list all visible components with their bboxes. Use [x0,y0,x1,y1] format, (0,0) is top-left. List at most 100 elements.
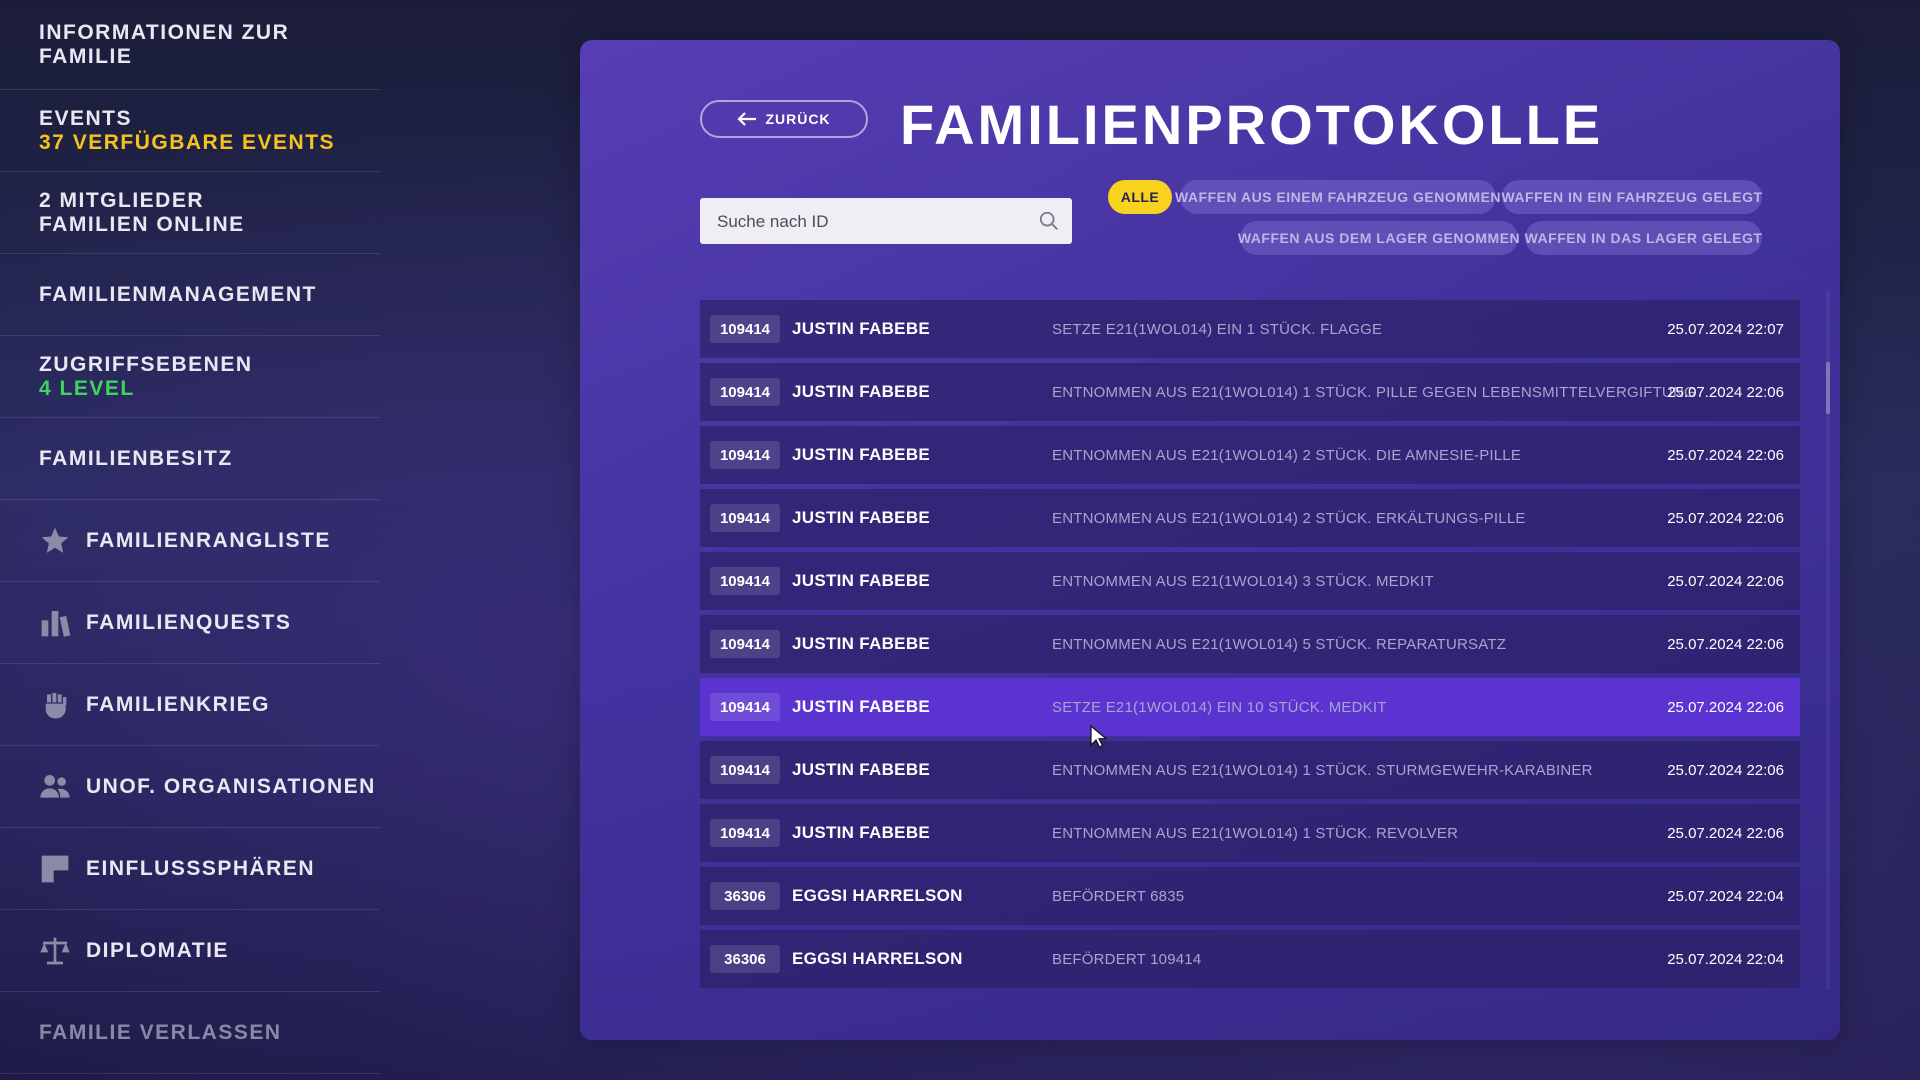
sidebar-item-management[interactable]: FAMILIENMANAGEMENT [0,254,380,336]
sidebar-item-ranking[interactable]: FAMILIENRANGLISTE [0,500,380,582]
player-id-badge: 109414 [710,378,780,406]
player-id-badge: 109414 [710,819,780,847]
player-name: JUSTIN FABEBE [792,508,931,527]
sidebar-item-label: FAMILIENBESITZ [39,446,233,470]
sidebar-item-access-levels[interactable]: ZUGRIFFSEBENEN 4 LEVEL [0,336,380,418]
levels-count-label: 4 LEVEL [39,376,135,400]
log-timestamp: 25.07.2024 22:07 [1667,320,1784,338]
sidebar-item-label: EVENTS [39,106,133,130]
player-name: JUSTIN FABEBE [792,445,931,464]
filter-taken-from-storage-button[interactable]: WAFFEN AUS DEM LAGER GENOMMEN [1238,221,1520,255]
log-row[interactable]: 109414 JUSTIN FABEBE ENTNOMMEN AUS E21(1… [700,804,1800,862]
player-id-badge: 109414 [710,504,780,532]
sidebar: INFORMATIONEN ZUR FAMILIE EVENTS 37 VERF… [0,0,380,1080]
player-name: JUSTIN FABEBE [792,634,931,653]
sidebar-item-members[interactable]: 2 MITGLIEDER FAMILIEN ONLINE [0,172,380,254]
log-description: ENTNOMMEN AUS E21(1WOL014) 3 STÜCK. MEDK… [1052,572,1434,590]
scales-icon [39,935,71,967]
star-icon [39,525,71,557]
player-id-badge: 109414 [710,567,780,595]
filter-all-button[interactable]: ALLE [1108,180,1172,214]
sidebar-item-label: FAMILIENKRIEG [86,692,271,716]
log-description: ENTNOMMEN AUS E21(1WOL014) 1 STÜCK. PILL… [1052,383,1696,401]
player-name: JUSTIN FABEBE [792,697,931,716]
player-name: EGGSI HARRELSON [792,949,963,968]
scrollbar-thumb[interactable] [1826,362,1830,414]
log-timestamp: 25.07.2024 22:06 [1667,635,1784,653]
sidebar-item-leave-family[interactable]: FAMILIE VERLASSEN [0,992,380,1074]
log-description: ENTNOMMEN AUS E21(1WOL014) 5 STÜCK. REPA… [1052,635,1507,653]
sidebar-item-quests[interactable]: FAMILIENQUESTS [0,582,380,664]
player-id-badge: 109414 [710,315,780,343]
sidebar-item-label: UNOF. ORGANISATIONEN [86,774,376,798]
sidebar-item-spheres[interactable]: EINFLUSSSPHÄREN [0,828,380,910]
sidebar-item-info[interactable]: INFORMATIONEN ZUR FAMILIE [0,0,380,90]
player-id-badge: 36306 [710,945,780,973]
sidebar-item-war[interactable]: FAMILIENKRIEG [0,664,380,746]
filter-taken-from-vehicle-button[interactable]: WAFFEN AUS EINEM FAHRZEUG GENOMMEN [1175,180,1501,214]
log-description: BEFÖRDERT 6835 [1052,887,1185,905]
player-name: JUSTIN FABEBE [792,760,931,779]
sidebar-item-label: FAMILIENQUESTS [86,610,292,634]
log-timestamp: 25.07.2024 22:06 [1667,698,1784,716]
log-description: ENTNOMMEN AUS E21(1WOL014) 2 STÜCK. ERKÄ… [1052,509,1526,527]
page-title: FAMILIENPROTOKOLLE [900,93,1604,156]
player-name: JUSTIN FABEBE [792,319,931,338]
player-id-badge: 109414 [710,693,780,721]
sidebar-item-events[interactable]: EVENTS 37 VERFÜGBARE EVENTS [0,90,380,172]
sidebar-item-label: FAMILIENRANGLISTE [86,528,331,552]
filter-put-in-vehicle-button[interactable]: WAFFEN IN EIN FAHRZEUG GELEGT [1501,180,1762,214]
player-name: JUSTIN FABEBE [792,823,931,842]
sidebar-item-label: FAMILIENMANAGEMENT [39,282,317,306]
flag-icon [39,853,71,885]
sidebar-item-label: DIPLOMATIE [86,938,229,962]
log-row[interactable]: 109414 JUSTIN FABEBE ENTNOMMEN AUS E21(1… [700,741,1800,799]
log-description: BEFÖRDERT 109414 [1052,950,1202,968]
search-icon[interactable] [1038,210,1060,232]
sidebar-item-property[interactable]: FAMILIENBESITZ [0,418,380,500]
log-row[interactable]: 109414 JUSTIN FABEBE ENTNOMMEN AUS E21(1… [700,489,1800,547]
log-timestamp: 25.07.2024 22:06 [1667,824,1784,842]
mouse-cursor-icon [1090,725,1108,748]
log-timestamp: 25.07.2024 22:06 [1667,761,1784,779]
log-row[interactable]: 109414 JUSTIN FABEBE ENTNOMMEN AUS E21(1… [700,426,1800,484]
log-row[interactable]: 109414 JUSTIN FABEBE ENTNOMMEN AUS E21(1… [700,363,1800,421]
fist-icon [39,689,71,721]
log-description: ENTNOMMEN AUS E21(1WOL014) 1 STÜCK. REVO… [1052,824,1459,842]
log-timestamp: 25.07.2024 22:06 [1667,446,1784,464]
scrollbar[interactable] [1826,290,1830,990]
sidebar-item-label: EINFLUSSSPHÄREN [86,856,316,880]
player-id-badge: 36306 [710,882,780,910]
log-description: ENTNOMMEN AUS E21(1WOL014) 2 STÜCK. DIE … [1052,446,1522,464]
log-timestamp: 25.07.2024 22:06 [1667,572,1784,590]
bar-chart-icon [39,607,71,639]
log-description: SETZE E21(1WOL014) EIN 10 STÜCK. MEDKIT [1052,698,1387,716]
sidebar-item-organisations[interactable]: UNOF. ORGANISATIONEN [0,746,380,828]
log-row-highlighted[interactable]: 109414 JUSTIN FABEBE SETZE E21(1WOL014) … [700,678,1800,736]
log-row[interactable]: 36306 EGGSI HARRELSON BEFÖRDERT 6835 25.… [700,867,1800,925]
members-online-label: FAMILIEN ONLINE [39,212,245,236]
player-name: EGGSI HARRELSON [792,886,963,905]
player-name: JUSTIN FABEBE [792,382,931,401]
log-row[interactable]: 109414 JUSTIN FABEBE ENTNOMMEN AUS E21(1… [700,552,1800,610]
sidebar-item-diplomacy[interactable]: DIPLOMATIE [0,910,380,992]
log-timestamp: 25.07.2024 22:04 [1667,887,1784,905]
log-timestamp: 25.07.2024 22:06 [1667,383,1784,401]
log-description: ENTNOMMEN AUS E21(1WOL014) 1 STÜCK. STUR… [1052,761,1593,779]
sidebar-item-label: INFORMATIONEN ZUR FAMILIE [39,20,290,68]
log-description: SETZE E21(1WOL014) EIN 1 STÜCK. FLAGGE [1052,320,1383,338]
player-id-badge: 109414 [710,630,780,658]
back-button[interactable]: ZURÜCK [700,100,868,138]
family-log-panel: ZURÜCK FAMILIENPROTOKOLLE ALLE WAFFEN AU… [580,40,1840,1040]
log-row[interactable]: 36306 EGGSI HARRELSON BEFÖRDERT 109414 2… [700,930,1800,988]
log-timestamp: 25.07.2024 22:06 [1667,509,1784,527]
back-button-label: ZURÜCK [765,111,831,127]
search-box [700,198,1072,246]
log-row[interactable]: 109414 JUSTIN FABEBE SETZE E21(1WOL014) … [700,300,1800,358]
sidebar-item-label: ZUGRIFFSEBENEN [39,352,253,376]
sidebar-item-label: FAMILIE VERLASSEN [39,1020,282,1044]
filter-put-in-storage-button[interactable]: WAFFEN IN DAS LAGER GELEGT [1525,221,1762,255]
search-input[interactable] [700,198,1039,246]
log-row[interactable]: 109414 JUSTIN FABEBE ENTNOMMEN AUS E21(1… [700,615,1800,673]
player-id-badge: 109414 [710,756,780,784]
